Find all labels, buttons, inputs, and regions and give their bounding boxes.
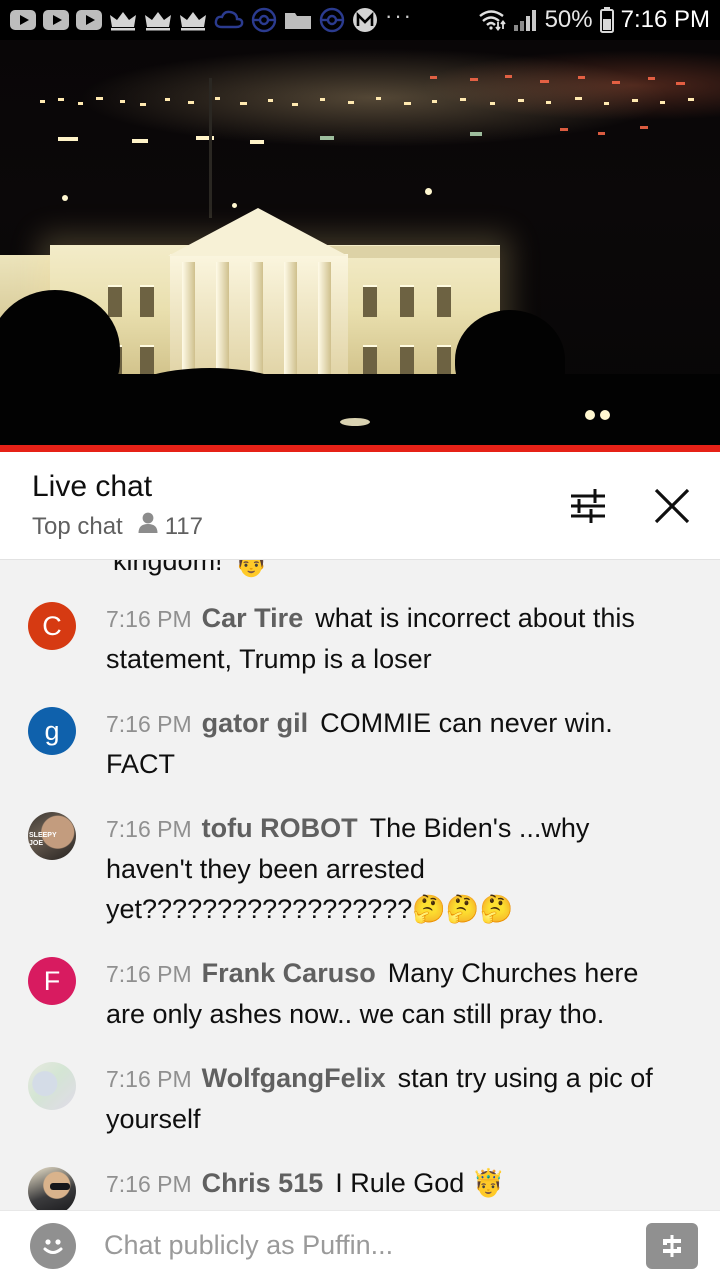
avatar[interactable] (28, 1062, 76, 1110)
facade-window (363, 285, 377, 317)
message-timestamp: 7:16 PM (106, 1171, 192, 1197)
ground-light (340, 418, 370, 426)
message-author[interactable]: gator gil (202, 708, 309, 738)
chat-message[interactable]: 7:16 PM Chris 515 I Rule God 🤴 (0, 1151, 720, 1210)
dollar-icon[interactable] (646, 1222, 698, 1269)
chat-message-body: 7:16 PM tofu ROBOT The Biden's ...why have… (106, 808, 676, 929)
crown-icon (144, 9, 172, 31)
tune-icon[interactable] (564, 482, 612, 530)
chat-message-body: 7:16 PM Car Tire what is incorrect about t… (106, 598, 676, 679)
live-stream-video[interactable] (0, 40, 720, 452)
message-author[interactable]: Chris 515 (202, 1168, 324, 1198)
avatar[interactable] (28, 812, 76, 860)
flagpole (209, 78, 212, 218)
portico-column (182, 262, 195, 380)
viewer-count: 117 (137, 511, 203, 542)
youtube-play-icon (10, 10, 36, 30)
live-chat-subheader: Top chat 117 (32, 511, 564, 542)
video-progress-bar[interactable] (0, 445, 720, 452)
chat-message[interactable]: F 7:16 PM Frank Caruso Many Churches here … (0, 941, 720, 1046)
message-timestamp: 7:16 PM (106, 1066, 192, 1092)
live-chat-titles: Live chat Top chat 117 (32, 469, 564, 542)
facade-window (437, 345, 451, 377)
clock-label: 7:16 PM (620, 6, 710, 33)
status-bar-left-icons: ··· (10, 3, 477, 33)
clipped-message-text: kingdom! 🤴 (113, 560, 270, 579)
light-dot (425, 188, 432, 195)
facade-window (437, 285, 451, 317)
chat-message[interactable]: 7:16 PMtofu ROBOTThe Biden's ...why have… (0, 796, 720, 941)
message-author[interactable]: Frank Caruso (202, 958, 376, 988)
facade-window (108, 285, 122, 317)
avatar[interactable]: g (28, 707, 76, 755)
battery-icon (599, 7, 615, 33)
mega-icon (352, 7, 378, 33)
facade-window (140, 285, 154, 317)
message-timestamp: 7:16 PM (106, 606, 192, 632)
crown-icon (179, 9, 207, 31)
status-bar-right: 50% 7:16 PM (477, 6, 710, 34)
message-timestamp: 7:16 PM (106, 816, 192, 842)
status-bar: ··· 50% 7:16 PM (0, 0, 720, 40)
message-timestamp: 7:16 PM (106, 961, 192, 987)
avatar-letter: g (44, 715, 60, 746)
white-house-pediment (168, 208, 348, 256)
wifi-icon (477, 8, 507, 32)
facade-window (140, 345, 154, 377)
avatar[interactable]: F (28, 957, 76, 1005)
message-text: I Rule God 🤴 (335, 1168, 506, 1198)
chat-message-body: 7:16 PM gator gil COMMIE can never win. FA… (106, 703, 676, 784)
portico-column (216, 262, 229, 380)
viewer-count-label: 117 (164, 512, 203, 540)
close-icon[interactable] (648, 482, 696, 530)
city-lights (40, 75, 694, 144)
portico-column (318, 262, 331, 380)
page-title: Live chat (32, 470, 153, 503)
chat-message[interactable]: g 7:16 PM gator gil COMMIE can never win. … (0, 691, 720, 796)
message-author[interactable]: WolfgangFelix (202, 1063, 386, 1093)
emoji-smiley-icon[interactable] (30, 1222, 76, 1269)
live-chat-header: Live chat Top chat 117 (0, 452, 720, 559)
portico-column (284, 262, 297, 380)
facade-window (400, 345, 414, 377)
chat-mode-label[interactable]: Top chat (32, 513, 123, 541)
youtube-play-icon (76, 10, 102, 30)
chat-message[interactable]: 7:16 PM WolfgangFelix stan try using a pic… (0, 1046, 720, 1151)
crown-icon (109, 9, 137, 31)
avatar-letter: F (43, 965, 61, 996)
chat-message-body: 7:16 PM Frank Caruso Many Churches here ar… (106, 953, 676, 1034)
message-timestamp: 7:16 PM (106, 711, 192, 737)
chat-message-body: 7:16 PM Chris 515 I Rule God 🤴 (106, 1163, 505, 1210)
chat-message-list[interactable]: kingdom! 🤴 C 7:16 PM Car Tire what is inco… (0, 559, 720, 1210)
chat-input-bar (0, 1210, 720, 1280)
light-dot (62, 195, 68, 201)
pokeball-icon (251, 7, 277, 33)
facade-window (400, 285, 414, 317)
message-author[interactable]: tofu ROBOT (202, 813, 358, 843)
cloud-icon (214, 9, 244, 31)
chat-message[interactable]: C 7:16 PM Car Tire what is incorrect about… (0, 586, 720, 691)
folder-icon (284, 9, 312, 31)
message-author[interactable]: Car Tire (202, 603, 304, 633)
prince-emoji: 🤴 (232, 560, 270, 578)
battery-percent-label: 50% (544, 6, 593, 33)
overflow-dots-icon: ··· (385, 3, 413, 28)
clipped-message: kingdom! 🤴 (0, 560, 720, 586)
ground-light (600, 410, 610, 420)
youtube-play-icon (43, 10, 69, 30)
chat-message-body: 7:16 PM WolfgangFelix stan try using a pic… (106, 1058, 676, 1139)
signal-bars-icon (513, 8, 539, 32)
avatar[interactable] (28, 1167, 76, 1210)
chat-input[interactable] (104, 1230, 646, 1261)
pokeball-icon (319, 7, 345, 33)
person-icon (137, 511, 159, 542)
portico-column (250, 262, 263, 380)
facade-window (363, 345, 377, 377)
avatar-letter: C (42, 610, 62, 641)
foreground-ground (0, 374, 720, 452)
live-chat-actions (564, 482, 696, 530)
avatar[interactable]: C (28, 602, 76, 650)
ground-light (585, 410, 595, 420)
